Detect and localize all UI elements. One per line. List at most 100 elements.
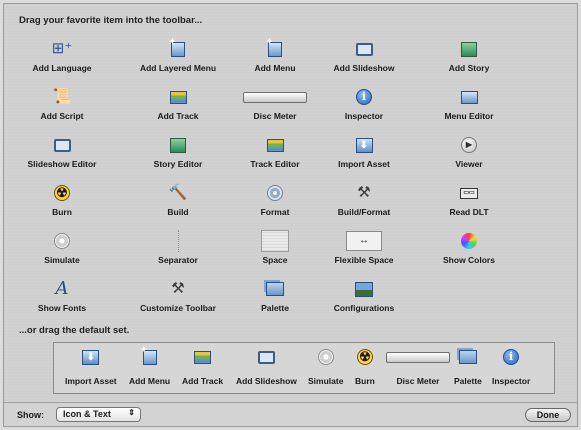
palette-icon: [458, 350, 477, 364]
default-item-disc-meter[interactable]: Disc Meter: [386, 345, 450, 386]
default-item-label: Inspector: [492, 376, 531, 386]
toolbar-item-build-format[interactable]: ⚒ Build/Format: [312, 176, 416, 222]
disc-meter-icon: [386, 351, 450, 363]
show-fonts-icon: A: [55, 278, 69, 299]
toolbar-item-label: Space: [262, 255, 288, 265]
toolbar-item-label: Format: [260, 207, 290, 217]
toolbar-item-slideshow-editor[interactable]: Slideshow Editor: [10, 128, 114, 174]
flexible-space-icon: ↔: [346, 231, 382, 251]
toolbar-item-customize-toolbar[interactable]: ⚒ Customize Toolbar: [126, 272, 230, 318]
add-slideshow-icon: [257, 350, 275, 364]
simulate-icon: [317, 349, 334, 365]
done-button[interactable]: Done: [525, 408, 571, 422]
show-popup[interactable]: Icon & Text ⇕: [56, 407, 141, 422]
add-track-icon: [194, 350, 212, 364]
toolbar-item-label: Add Script: [40, 111, 84, 121]
customize-toolbar-icon: ⚒: [171, 280, 185, 297]
inspector-icon: i: [503, 349, 520, 365]
show-colors-icon: [461, 233, 477, 249]
toolbar-item-label: Read DLT: [449, 207, 489, 217]
toolbar-item-label: Show Colors: [443, 255, 495, 265]
toolbar-item-configurations[interactable]: Configurations: [312, 272, 416, 318]
add-menu-icon: ✦: [266, 37, 282, 57]
add-track-icon: [169, 90, 187, 104]
toolbar-item-label: Menu Editor: [444, 111, 494, 121]
build-format-icon: ⚒: [357, 184, 371, 201]
toolbar-item-build[interactable]: 🔨 Build: [126, 176, 230, 222]
toolbar-item-show-fonts[interactable]: A Show Fonts: [10, 272, 114, 318]
customize-toolbar-sheet: Drag your favorite item into the toolbar…: [3, 3, 578, 427]
toolbar-item-import-asset[interactable]: ⬇ Import Asset: [312, 128, 416, 174]
toolbar-item-burn[interactable]: ☢ Burn: [10, 176, 114, 222]
separator-icon: [177, 230, 179, 252]
toolbar-item-add-layered-menu[interactable]: ✦ Add Layered Menu: [126, 32, 230, 78]
add-layered-menu-icon: ✦: [169, 37, 185, 57]
default-item-label: Palette: [454, 376, 482, 386]
toolbar-item-label: Add Track: [157, 111, 199, 121]
read-dlt-icon: ▭▭: [460, 187, 478, 199]
toolbar-item-label: Slideshow Editor: [27, 159, 97, 169]
build-icon: 🔨: [168, 184, 188, 201]
toolbar-item-label: Build: [167, 207, 189, 217]
palette-icon: [266, 282, 284, 296]
import-asset-icon: ⬇: [82, 349, 100, 365]
toolbar-item-story-editor[interactable]: Story Editor: [126, 128, 230, 174]
toolbar-item-label: Add Slideshow: [333, 63, 395, 73]
default-item-palette[interactable]: Palette: [454, 345, 482, 386]
add-slideshow-icon: [355, 42, 373, 56]
default-item-add-track[interactable]: Add Track: [182, 345, 223, 386]
bottom-bar: Show: Icon & Text ⇕ Done: [4, 402, 577, 426]
show-popup-value: Icon & Text: [63, 409, 111, 419]
toolbar-item-add-script[interactable]: 📜 Add Script: [10, 80, 114, 126]
toolbar-item-label: Customize Toolbar: [140, 303, 216, 313]
default-item-simulate[interactable]: Simulate: [308, 345, 343, 386]
toolbar-item-menu-editor[interactable]: Menu Editor: [417, 80, 521, 126]
toolbar-item-label: Build/Format: [337, 207, 391, 217]
toolbar-item-label: Import Asset: [338, 159, 390, 169]
add-language-icon: ⊞⁺: [51, 40, 73, 57]
toolbar-item-add-story[interactable]: Add Story: [417, 32, 521, 78]
inspector-icon: i: [356, 89, 372, 105]
default-set[interactable]: ⬇ Import Asset ✦ Add Menu Add Track Add …: [53, 342, 555, 394]
toolbar-item-label: Add Menu: [254, 63, 296, 73]
default-item-burn[interactable]: ☢ Burn: [355, 345, 375, 386]
show-label: Show:: [17, 410, 44, 420]
toolbar-item-label: Flexible Space: [334, 255, 394, 265]
toolbar-item-label: Separator: [158, 255, 198, 265]
toolbar-item-label: Show Fonts: [37, 303, 87, 313]
disc-meter-icon: [243, 91, 307, 103]
default-item-label: Add Track: [182, 376, 224, 386]
toolbar-item-show-colors[interactable]: Show Colors: [417, 224, 521, 270]
space-icon: [261, 230, 289, 252]
add-script-icon: 📜: [52, 88, 72, 105]
default-item-label: Disc Meter: [396, 376, 440, 386]
toolbar-item-separator[interactable]: Separator: [126, 224, 230, 270]
default-item-add-menu[interactable]: ✦ Add Menu: [129, 345, 170, 386]
toolbar-item-add-slideshow[interactable]: Add Slideshow: [312, 32, 416, 78]
default-item-label: Burn: [355, 376, 375, 386]
default-item-label: Simulate: [308, 376, 344, 386]
toolbar-item-add-track[interactable]: Add Track: [126, 80, 230, 126]
default-item-inspector[interactable]: i Inspector: [492, 345, 530, 386]
toolbar-item-label: Simulate: [44, 255, 80, 265]
toolbar-item-label: Add Language: [32, 63, 92, 73]
toolbar-item-read-dlt[interactable]: ▭▭ Read DLT: [417, 176, 521, 222]
toolbar-item-label: Story Editor: [153, 159, 203, 169]
toolbar-item-simulate[interactable]: Simulate: [10, 224, 114, 270]
toolbar-item-viewer[interactable]: ▶ Viewer: [417, 128, 521, 174]
default-item-add-slideshow[interactable]: Add Slideshow: [236, 345, 297, 386]
add-menu-icon: ✦: [141, 345, 157, 365]
viewer-icon: ▶: [461, 137, 477, 153]
toolbar-item-inspector[interactable]: i Inspector: [312, 80, 416, 126]
burn-icon: ☢: [356, 349, 373, 365]
import-asset-icon: ⬇: [355, 137, 373, 153]
toolbar-item-label: Burn: [52, 207, 72, 217]
toolbar-item-label: Viewer: [455, 159, 483, 169]
toolbar-item-add-language[interactable]: ⊞⁺ Add Language: [10, 32, 114, 78]
default-item-import-asset[interactable]: ⬇ Import Asset: [65, 345, 117, 386]
story-editor-icon: [170, 137, 186, 153]
toolbar-item-label: Palette: [261, 303, 289, 313]
toolbar-item-flexible-space[interactable]: ↔ Flexible Space: [312, 224, 416, 270]
slideshow-editor-icon: [53, 138, 71, 152]
toolbar-item-label: Add Layered Menu: [139, 63, 217, 73]
